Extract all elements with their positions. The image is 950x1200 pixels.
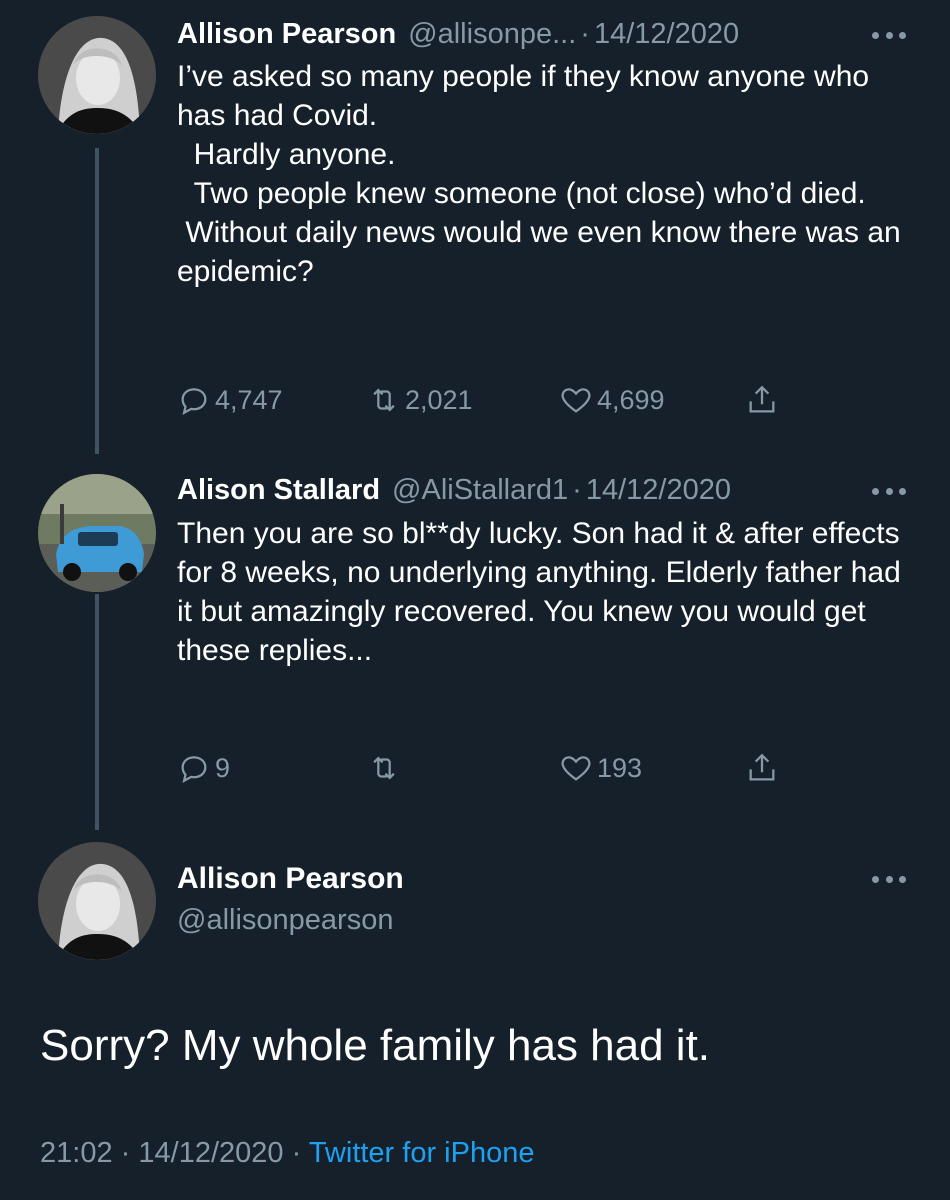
share-icon xyxy=(749,385,775,413)
author-handle[interactable]: @allisonpearson xyxy=(177,904,393,937)
retweet-count: 2,021 xyxy=(405,384,473,415)
like-button[interactable]: 193 xyxy=(559,748,642,788)
reply-button[interactable]: 4,747 xyxy=(177,380,283,420)
tweet-date[interactable]: 14/12/2020 xyxy=(138,1137,283,1169)
like-button[interactable]: 4,699 xyxy=(559,380,665,420)
like-count: 4,699 xyxy=(597,384,665,415)
reply-count: 9 xyxy=(215,752,231,783)
retweet-button[interactable] xyxy=(367,748,405,788)
tweet-text: I’ve asked so many people if they know a… xyxy=(177,60,901,288)
tweet-time[interactable]: 21:02 xyxy=(40,1137,113,1169)
avatar-image xyxy=(38,842,156,960)
author-handle[interactable]: @AliStallard1 xyxy=(392,472,568,508)
avatar-image xyxy=(38,16,156,134)
separator-dot: · xyxy=(120,1137,131,1169)
author-name[interactable]: Alison Stallard xyxy=(177,472,380,508)
separator-dot: · xyxy=(572,474,582,506)
author-name[interactable]: Allison Pearson xyxy=(177,16,396,52)
main-tweet-text: Sorry? My whole family has had it. xyxy=(40,1021,711,1070)
heart-icon xyxy=(561,388,591,413)
tweet-source-link[interactable]: Twitter for iPhone xyxy=(309,1137,535,1169)
reply-icon xyxy=(181,388,207,415)
tweet-actions: 9 193 xyxy=(177,748,817,788)
share-button[interactable] xyxy=(745,748,783,788)
tweet-meta: 21:02 · 14/12/2020 · Twitter for iPhone xyxy=(40,1137,534,1170)
more-icon[interactable] xyxy=(872,486,906,496)
retweet-button[interactable]: 2,021 xyxy=(367,380,473,420)
reply-icon xyxy=(181,756,207,783)
separator-dot: · xyxy=(580,18,590,50)
tweet-date[interactable]: 14/12/2020 xyxy=(594,16,739,52)
tweet-actions: 4,747 2,021 4,699 xyxy=(177,380,817,420)
more-icon[interactable] xyxy=(872,30,906,40)
more-icon[interactable] xyxy=(872,874,906,884)
author-handle[interactable]: @allisonpe... xyxy=(408,16,576,52)
avatar[interactable] xyxy=(38,474,156,592)
tweet-date[interactable]: 14/12/2020 xyxy=(586,472,731,508)
avatar[interactable] xyxy=(38,16,156,134)
share-icon xyxy=(749,753,775,781)
retweet-icon xyxy=(373,388,395,412)
heart-icon xyxy=(561,756,591,781)
share-button[interactable] xyxy=(745,380,783,420)
reply-button[interactable]: 9 xyxy=(177,748,230,788)
avatar[interactable] xyxy=(38,842,156,960)
retweet-icon xyxy=(373,756,395,780)
separator-dot: · xyxy=(291,1137,302,1169)
like-count: 193 xyxy=(597,752,643,783)
thread-tweet[interactable]: Alison Stallard @AliStallard1 · 14/12/20… xyxy=(0,460,950,840)
thread-tweet[interactable]: Allison Pearson @allisonpe... · 14/12/20… xyxy=(0,0,950,460)
avatar-image xyxy=(38,474,156,592)
tweet-text: Then you are so bl**dy lucky. Son had it… xyxy=(177,517,910,667)
author-name[interactable]: Allison Pearson xyxy=(177,862,404,896)
reply-count: 4,747 xyxy=(215,384,283,415)
